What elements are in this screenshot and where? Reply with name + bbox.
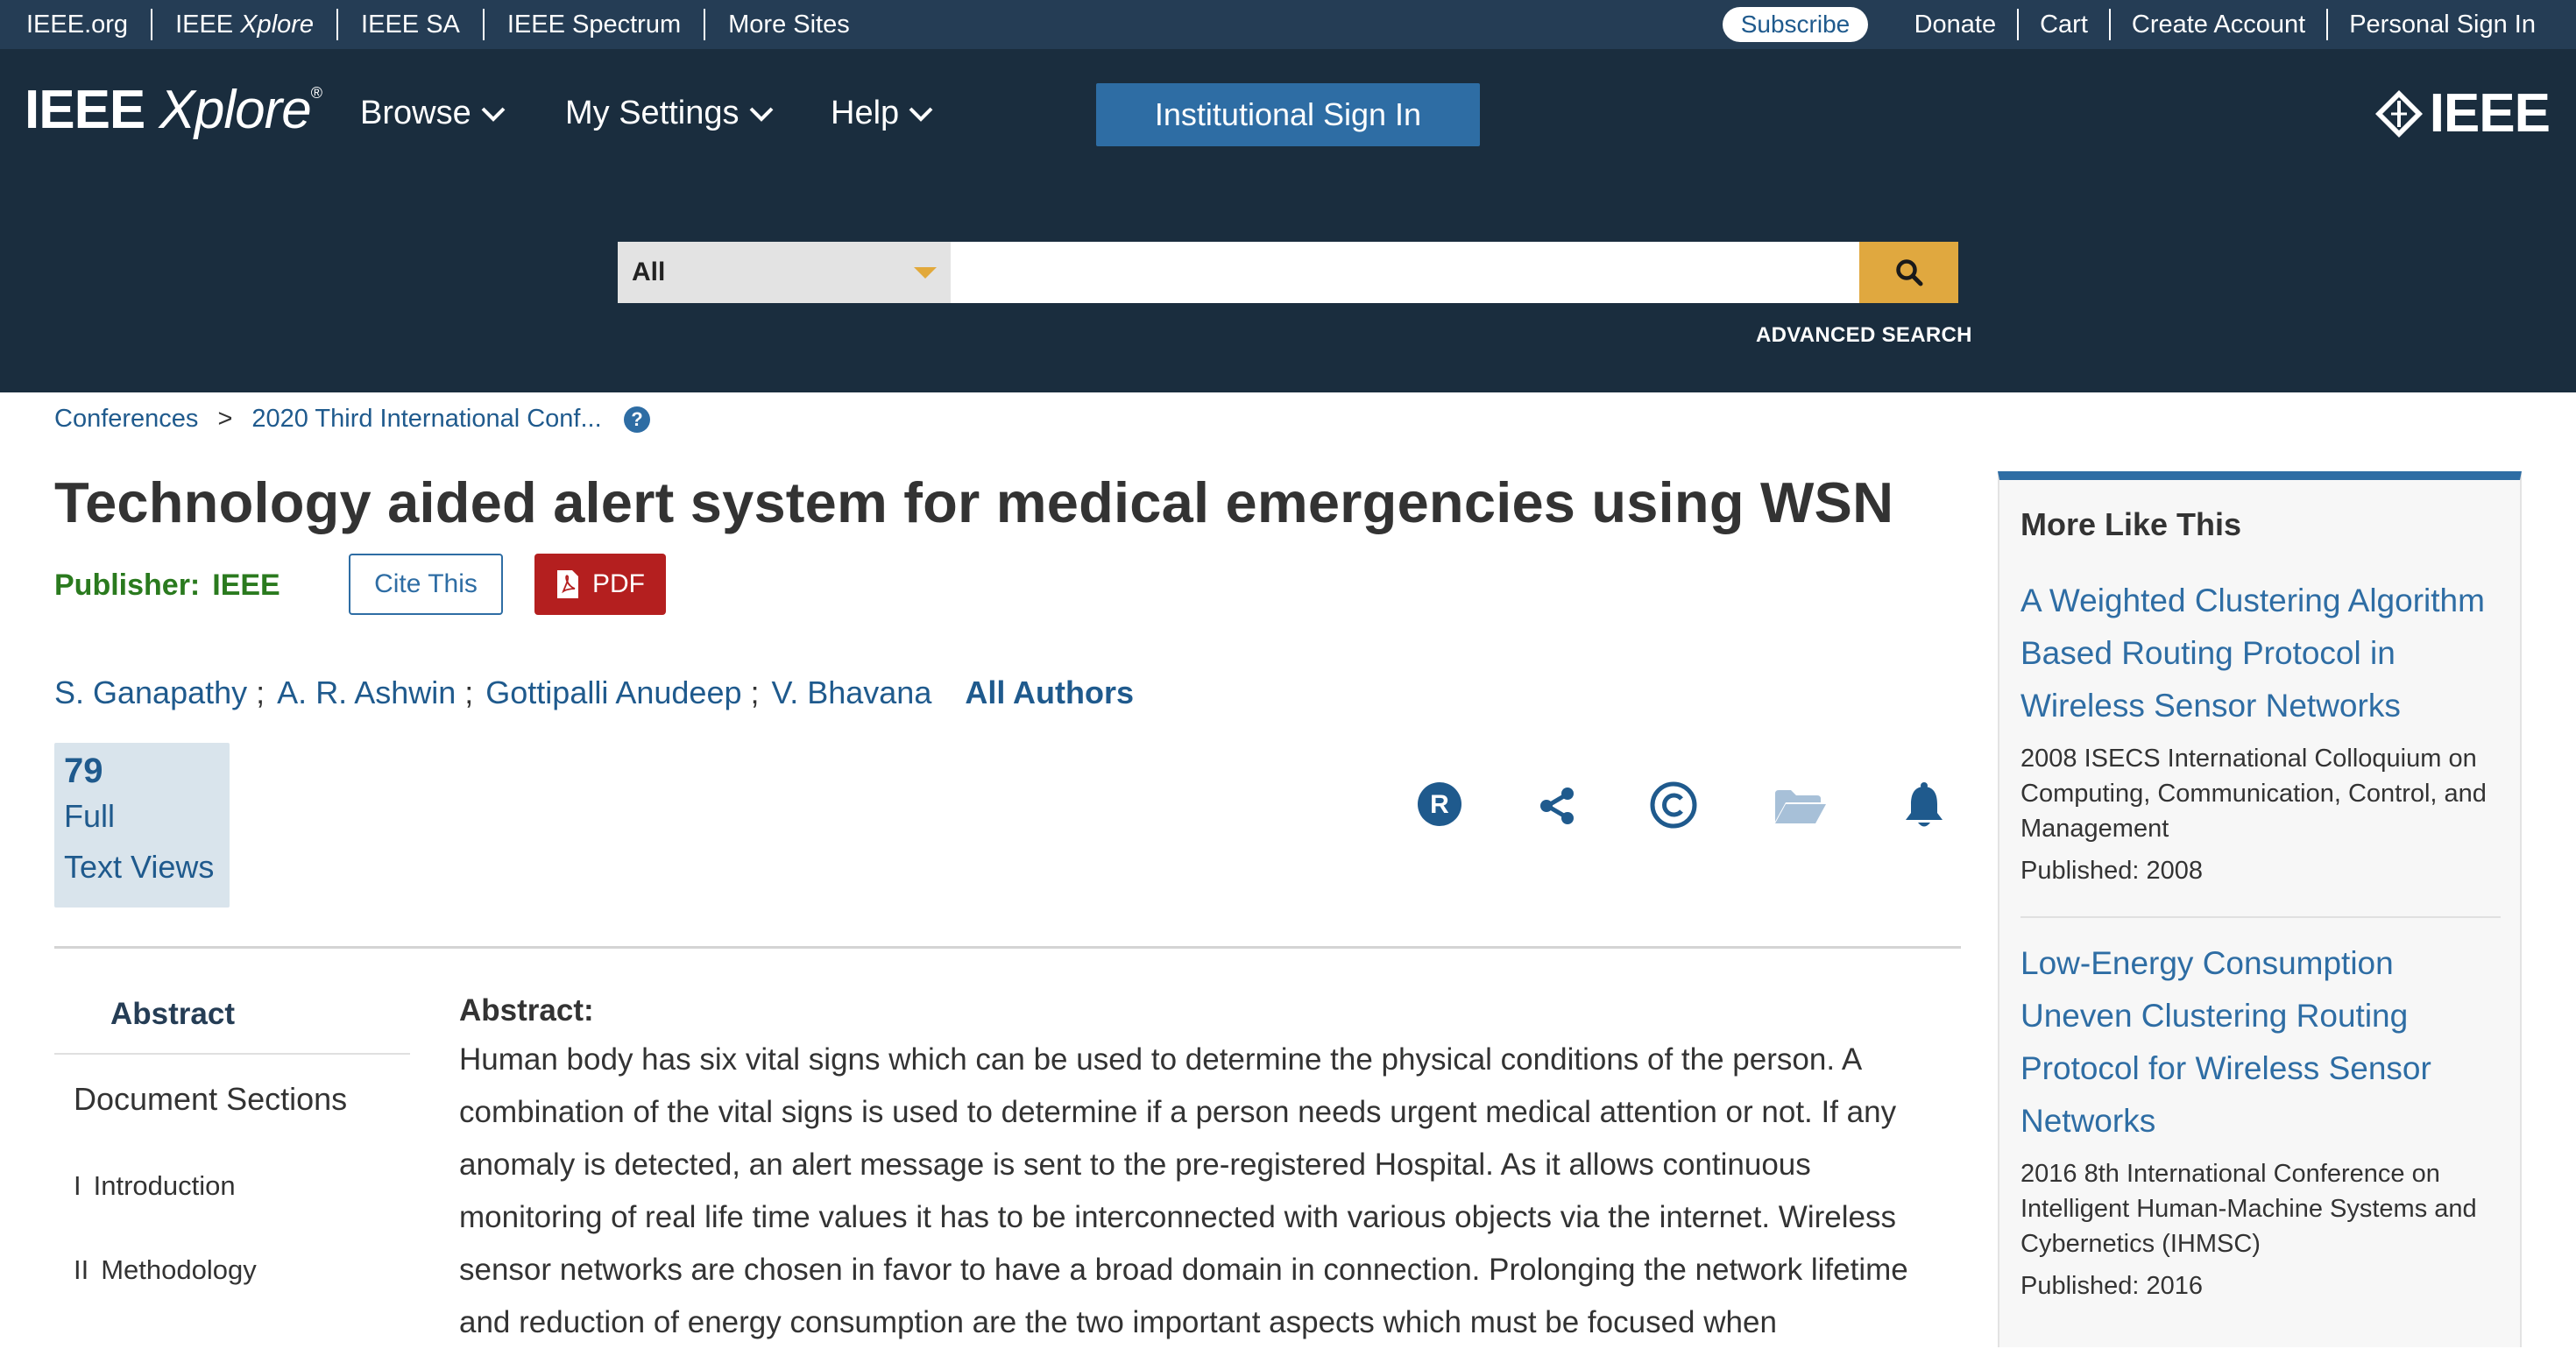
personal-sign-in-link[interactable]: Personal Sign In bbox=[2328, 9, 2550, 40]
metric-label-line2: Text Views bbox=[64, 849, 215, 885]
caret-down-icon bbox=[914, 267, 937, 279]
publisher-label: Publisher: bbox=[54, 569, 201, 602]
publisher: Publisher: IEEE bbox=[54, 569, 280, 603]
share-icon[interactable] bbox=[1539, 787, 1575, 825]
breadcrumb-separator: > bbox=[217, 405, 233, 433]
pdf-file-icon bbox=[557, 570, 578, 598]
author-separator: ; bbox=[256, 674, 265, 710]
nav-help[interactable]: Help bbox=[831, 95, 934, 132]
cite-this-button[interactable]: Cite This bbox=[349, 554, 503, 615]
ieee-org-link[interactable]: IEEE.org bbox=[0, 9, 153, 40]
author-link[interactable]: A. R. Ashwin bbox=[277, 674, 456, 711]
doc-nav-abstract[interactable]: Abstract bbox=[110, 997, 235, 1032]
doc-nav-heading: Document Sections bbox=[74, 1081, 348, 1117]
author-separator: ; bbox=[750, 674, 760, 710]
pdf-button[interactable]: PDF bbox=[534, 554, 666, 615]
more-like-this-panel: More Like This A Weighted Clustering Alg… bbox=[1998, 471, 2522, 1347]
doc-nav-item-label: Introduction bbox=[93, 1170, 236, 1201]
create-account-link[interactable]: Create Account bbox=[2111, 9, 2329, 40]
breadcrumb-conferences[interactable]: Conferences bbox=[54, 405, 198, 434]
ieee-xplore-link[interactable]: IEEE Xplore bbox=[152, 9, 339, 40]
related-article: Low-Energy Consumption Uneven Clustering… bbox=[2020, 937, 2502, 1303]
abstract-heading: Abstract: bbox=[459, 993, 594, 1028]
related-article-title[interactable]: Low-Energy Consumption Uneven Clustering… bbox=[2020, 937, 2502, 1148]
chevron-down-icon bbox=[909, 107, 933, 122]
doc-nav-item-label: Methodology bbox=[101, 1254, 257, 1285]
metric-value: 79 bbox=[64, 752, 103, 790]
logo-xplore-text: Xplore bbox=[159, 80, 312, 140]
publisher-value: IEEE bbox=[212, 569, 280, 602]
doc-nav-item-methodology[interactable]: II Methodology bbox=[74, 1254, 257, 1286]
author-separator: ; bbox=[464, 674, 474, 710]
all-authors-link[interactable]: All Authors bbox=[965, 674, 1134, 711]
institutional-sign-in-button[interactable]: Institutional Sign In bbox=[1096, 83, 1480, 146]
chevron-down-icon bbox=[749, 107, 773, 122]
search-bar: All bbox=[618, 242, 1958, 303]
more-sites-link[interactable]: More Sites bbox=[705, 9, 873, 40]
author-list: S. Ganapathy ; A. R. Ashwin ; Gottipalli… bbox=[54, 674, 1134, 711]
chevron-down-icon bbox=[481, 107, 506, 122]
related-divider bbox=[2020, 916, 2501, 918]
help-icon[interactable]: ? bbox=[623, 406, 651, 434]
search-scope-select[interactable]: All bbox=[618, 242, 951, 303]
nav-my-settings-label: My Settings bbox=[565, 95, 740, 131]
related-article-venue: 2016 8th International Conference on Int… bbox=[2020, 1160, 2477, 1258]
search-input[interactable] bbox=[951, 242, 1862, 303]
rights-icon[interactable]: R bbox=[1417, 781, 1462, 827]
bell-icon[interactable] bbox=[1902, 781, 1946, 830]
related-article-title[interactable]: A Weighted Clustering Algorithm Based Ro… bbox=[2020, 575, 2502, 732]
search-icon bbox=[1895, 259, 1922, 286]
related-article: A Weighted Clustering Algorithm Based Ro… bbox=[2020, 575, 2502, 888]
doc-nav-divider bbox=[54, 1053, 410, 1055]
main-header: IEEE Xplore® Browse My Settings Help Ins… bbox=[0, 49, 2576, 392]
utility-links-left: IEEE.org IEEE Xplore IEEE SA IEEE Spectr… bbox=[0, 0, 873, 49]
folder-icon[interactable] bbox=[1773, 788, 1828, 825]
pdf-button-label: PDF bbox=[592, 569, 645, 598]
breadcrumb: Conferences > 2020 Third International C… bbox=[54, 405, 651, 434]
copyright-icon[interactable] bbox=[1650, 781, 1697, 829]
ieee-spectrum-link[interactable]: IEEE Spectrum bbox=[485, 9, 706, 40]
utility-bar: IEEE.org IEEE Xplore IEEE SA IEEE Spectr… bbox=[0, 0, 2576, 49]
author-link[interactable]: S. Ganapathy bbox=[54, 674, 247, 711]
ieee-sa-link[interactable]: IEEE SA bbox=[338, 9, 485, 40]
nav-browse[interactable]: Browse bbox=[360, 95, 506, 132]
logo-ieee-text: IEEE bbox=[25, 80, 145, 140]
doc-nav-item-number: II bbox=[74, 1254, 89, 1285]
svg-text:?: ? bbox=[631, 408, 642, 430]
search-scope-value: All bbox=[632, 258, 666, 286]
nav-my-settings[interactable]: My Settings bbox=[565, 95, 775, 132]
more-like-this-title: More Like This bbox=[2020, 506, 2242, 542]
subscribe-button[interactable]: Subscribe bbox=[1723, 7, 1868, 42]
metric-label-line1: Full bbox=[64, 798, 116, 834]
ieee-xplore-link-prefix: IEEE bbox=[175, 11, 241, 39]
nav-browse-label: Browse bbox=[360, 95, 471, 131]
ieee-diamond-icon bbox=[2374, 89, 2423, 138]
page-title: Technology aided alert system for medica… bbox=[54, 470, 1894, 534]
nav-help-label: Help bbox=[831, 95, 900, 131]
ieee-xplore-logo[interactable]: IEEE Xplore® bbox=[25, 79, 322, 141]
ieee-xplore-link-italic: Xplore bbox=[240, 11, 315, 39]
related-article-venue: 2008 ISECS International Colloquium on C… bbox=[2020, 745, 2487, 843]
cart-link[interactable]: Cart bbox=[2019, 9, 2111, 40]
related-article-date: Published: 2008 bbox=[2020, 857, 2203, 885]
related-article-date: Published: 2016 bbox=[2020, 1272, 2203, 1300]
breadcrumb-conference[interactable]: 2020 Third International Conf... bbox=[251, 405, 601, 434]
utility-links-right: Donate Cart Create Account Personal Sign… bbox=[1893, 0, 2550, 49]
doc-nav-item-introduction[interactable]: I Introduction bbox=[74, 1170, 236, 1202]
search-button[interactable] bbox=[1859, 242, 1958, 303]
abstract-text: Human body has six vital signs which can… bbox=[459, 1042, 1908, 1339]
advanced-search-link[interactable]: ADVANCED SEARCH bbox=[1756, 323, 1972, 348]
doc-nav-item-number: I bbox=[74, 1170, 81, 1201]
svg-text:R: R bbox=[1430, 790, 1449, 819]
section-divider bbox=[54, 946, 1961, 949]
full-text-views-metric[interactable]: 79 Full Text Views bbox=[54, 743, 230, 908]
donate-link[interactable]: Donate bbox=[1893, 9, 2020, 40]
author-link[interactable]: Gottipalli Anudeep bbox=[485, 674, 741, 711]
ieee-brand-logo[interactable]: IEEE bbox=[2374, 82, 2551, 145]
author-link[interactable]: V. Bhavana bbox=[772, 674, 932, 711]
logo-registered-mark: ® bbox=[310, 84, 322, 102]
ieee-brand-text: IEEE bbox=[2429, 83, 2551, 144]
